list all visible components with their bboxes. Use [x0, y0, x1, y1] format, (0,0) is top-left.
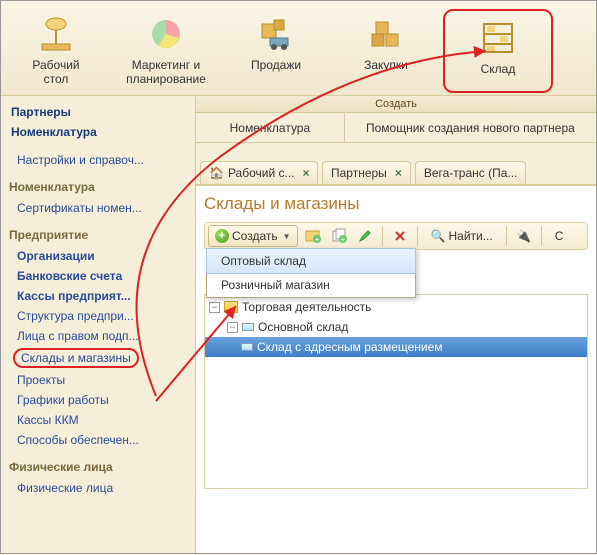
separator [382, 226, 383, 246]
sidebar-warehouses[interactable]: Склады и магазины [13, 348, 139, 368]
page-body: Склады и магазины + Создать ▼ + + [196, 185, 596, 553]
delete-button[interactable] [389, 225, 411, 247]
sidebar-physical[interactable]: Физические лица [5, 478, 191, 498]
sidebar-structure[interactable]: Структура предпри... [5, 306, 191, 326]
create-button[interactable]: + Создать ▼ [208, 225, 298, 247]
tree-view: − Торговая деятельность − Основной склад… [204, 294, 588, 489]
separator [417, 226, 418, 246]
node-icon [242, 323, 254, 331]
nav-sales[interactable]: Продажи [221, 7, 331, 95]
node-icon [241, 343, 253, 351]
search-icon: 🔍 [431, 229, 446, 243]
main-toolbar: Рабочий стол Маркетинг и планирование Пр… [1, 1, 596, 96]
sidebar-projects[interactable]: Проекты [5, 370, 191, 390]
nav-label: Рабочий стол [32, 58, 79, 86]
svg-text:+: + [340, 235, 345, 244]
sidebar-certificates[interactable]: Сертификаты номен... [5, 198, 191, 218]
tab-partners[interactable]: Партнеры × [322, 161, 411, 184]
create-dropdown: Оптовый склад Розничный магазин [206, 248, 416, 298]
nav-label: Продажи [251, 58, 301, 72]
c-button[interactable]: С [548, 225, 571, 247]
create-header: Создать [196, 96, 596, 113]
boxes-truck-icon [256, 11, 296, 56]
sidebar-nomenklatura[interactable]: Номенклатура [5, 122, 191, 142]
tree-child2[interactable]: Склад с адресным размещением [205, 337, 587, 357]
tree-root[interactable]: − Торговая деятельность [205, 297, 587, 317]
tab-vega[interactable]: Вега-транс (Па... [415, 161, 527, 184]
separator [506, 226, 507, 246]
group-physical: Физические лица [5, 460, 191, 474]
main-area: Создать Номенклатура Помощник создания н… [196, 96, 596, 553]
nav-marketing[interactable]: Маркетинг и планирование [111, 7, 221, 95]
nav-desktop[interactable]: Рабочий стол [1, 7, 111, 95]
dd-retail[interactable]: Розничный магазин [207, 273, 415, 297]
sidebar-partners[interactable]: Партнеры [5, 102, 191, 122]
nav-label: Закупки [364, 58, 408, 72]
find-button[interactable]: 🔍 Найти... [424, 225, 500, 247]
sidebar-bank[interactable]: Банковские счета [5, 266, 191, 286]
shelves-icon [478, 15, 518, 60]
sidebar-settings[interactable]: Настройки и справоч... [5, 150, 191, 170]
nav-purchases[interactable]: Закупки [331, 7, 441, 95]
sidebar-orgs[interactable]: Организации [5, 246, 191, 266]
nav-label: Склад [481, 62, 516, 76]
nav-warehouse[interactable]: Склад [443, 9, 553, 93]
boxes-icon [366, 11, 406, 56]
chevron-down-icon: ▼ [283, 232, 291, 241]
nav-label: Маркетинг и планирование [126, 58, 206, 86]
plug-icon: 🔌 [516, 229, 531, 243]
svg-text:+: + [314, 235, 319, 243]
group-nomenklatura: Номенклатура [5, 180, 191, 194]
sidebar-kkm[interactable]: Кассы ККМ [5, 410, 191, 430]
sidebar-kassy[interactable]: Кассы предприят... [5, 286, 191, 306]
plus-icon: + [215, 229, 229, 243]
edit-button[interactable] [354, 225, 376, 247]
expand-icon[interactable]: − [209, 302, 220, 313]
create-nomenklatura[interactable]: Номенклатура [196, 113, 345, 142]
close-icon[interactable]: × [395, 166, 402, 180]
page-toolbar: + Создать ▼ + + 🔍 [204, 222, 588, 250]
page-title: Склады и магазины [204, 194, 588, 214]
desk-lamp-icon [36, 11, 76, 56]
copy-button[interactable]: + [328, 225, 350, 247]
tabstrip: 🏠 Рабочий с... × Партнеры × Вега-транс (… [196, 155, 596, 185]
group-enterprise: Предприятие [5, 228, 191, 242]
new-folder-button[interactable]: + [302, 225, 324, 247]
expand-icon[interactable]: − [227, 322, 238, 333]
tab-desktop[interactable]: 🏠 Рабочий с... × [200, 161, 318, 184]
pie-chart-icon [146, 11, 186, 56]
folder-icon [224, 301, 238, 313]
close-icon[interactable]: × [303, 166, 310, 180]
sidebar-schedule[interactable]: Графики работы [5, 390, 191, 410]
separator [541, 226, 542, 246]
dd-wholesale[interactable]: Оптовый склад [206, 248, 416, 274]
create-partner-wizard[interactable]: Помощник создания нового партнера [345, 113, 596, 142]
sidebar-signers[interactable]: Лица с правом подп... [5, 326, 191, 346]
home-icon: 🏠 [209, 166, 224, 180]
plugin-button[interactable]: 🔌 [513, 225, 535, 247]
sidebar-supply[interactable]: Способы обеспечен... [5, 430, 191, 450]
sidebar: Партнеры Номенклатура Настройки и справо… [1, 96, 196, 553]
tree-child1[interactable]: − Основной склад [205, 317, 587, 337]
